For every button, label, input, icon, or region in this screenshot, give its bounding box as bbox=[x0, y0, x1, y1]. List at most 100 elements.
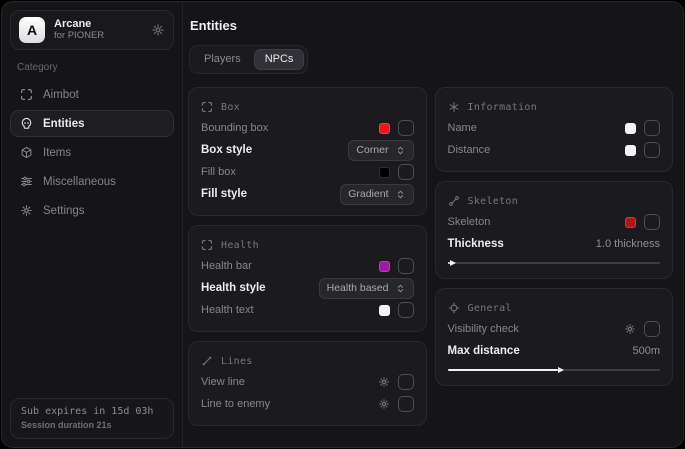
color-swatch[interactable] bbox=[625, 123, 636, 134]
sidebar-item-label: Aimbot bbox=[43, 89, 79, 101]
line-to-enemy-checkbox[interactable] bbox=[398, 396, 414, 412]
card-title: Lines bbox=[221, 356, 253, 367]
brand-card: A Arcane for PIONER bbox=[10, 10, 174, 50]
view-line-checkbox[interactable] bbox=[398, 374, 414, 390]
scan-icon bbox=[201, 239, 213, 251]
distance-row: Distance bbox=[448, 139, 661, 161]
distance-checkbox[interactable] bbox=[644, 142, 660, 158]
health-card-header: Health bbox=[201, 235, 414, 255]
brand-text: Arcane for PIONER bbox=[54, 18, 142, 42]
row-label: Thickness bbox=[448, 238, 504, 250]
health-text-checkbox[interactable] bbox=[398, 302, 414, 318]
skeleton-checkbox[interactable] bbox=[644, 214, 660, 230]
lines-card: Lines View line Line to enemy bbox=[188, 341, 427, 426]
color-swatch[interactable] bbox=[625, 145, 636, 156]
app-logo: A bbox=[19, 17, 45, 43]
gear-icon[interactable] bbox=[378, 398, 390, 410]
fill-style-dropdown[interactable]: Gradient bbox=[340, 184, 413, 205]
slider-handle[interactable] bbox=[448, 262, 450, 264]
lines-card-header: Lines bbox=[201, 351, 414, 371]
health-card: Health Health bar Health style Health ba… bbox=[188, 225, 427, 332]
thickness-slider[interactable] bbox=[448, 258, 661, 268]
row-label: Fill box bbox=[201, 166, 236, 178]
chevron-up-down-icon bbox=[395, 145, 406, 156]
category-label: Category bbox=[17, 62, 174, 73]
color-swatch[interactable] bbox=[379, 167, 390, 178]
skeleton-card: Skeleton Skeleton Thickness 1.0 thicknes… bbox=[435, 181, 674, 279]
health-bar-row: Health bar bbox=[201, 255, 414, 277]
gear-icon[interactable] bbox=[624, 323, 636, 335]
cube-icon bbox=[20, 146, 33, 159]
health-bar-checkbox[interactable] bbox=[398, 258, 414, 274]
name-checkbox[interactable] bbox=[644, 120, 660, 136]
row-label: Fill style bbox=[201, 188, 247, 200]
row-label: Skeleton bbox=[448, 216, 491, 228]
row-label: Max distance bbox=[448, 345, 520, 357]
box-style-row: Box style Corner bbox=[201, 139, 414, 161]
row-label: Name bbox=[448, 122, 477, 134]
fill-box-checkbox[interactable] bbox=[398, 164, 414, 180]
asterisk-icon bbox=[448, 101, 460, 113]
main-panel: Entities Players NPCs Box Bounding box bbox=[183, 2, 683, 447]
chevron-up-down-icon bbox=[395, 189, 406, 200]
max-distance-slider[interactable] bbox=[448, 365, 661, 375]
gear-icon[interactable] bbox=[151, 23, 165, 37]
gear-icon[interactable] bbox=[378, 376, 390, 388]
row-label: Distance bbox=[448, 144, 491, 156]
name-row: Name bbox=[448, 117, 661, 139]
gear-icon bbox=[20, 204, 33, 217]
right-column: Information Name Distance bbox=[435, 87, 674, 386]
row-label: Health text bbox=[201, 304, 254, 316]
slider-track[interactable] bbox=[448, 262, 661, 264]
thickness-row: Thickness 1.0 thickness bbox=[448, 233, 661, 255]
row-label: Health style bbox=[201, 282, 266, 294]
card-title: Health bbox=[221, 240, 259, 251]
card-title: Information bbox=[468, 102, 538, 113]
dropdown-value: Gradient bbox=[348, 188, 388, 200]
general-card: General Visibility check Max distance 50… bbox=[435, 288, 674, 386]
crosshair-icon bbox=[20, 88, 33, 101]
information-card: Information Name Distance bbox=[435, 87, 674, 172]
dropdown-value: Corner bbox=[356, 144, 388, 156]
color-swatch[interactable] bbox=[379, 123, 390, 134]
sidebar-item-settings[interactable]: Settings bbox=[10, 197, 174, 224]
card-title: Skeleton bbox=[468, 196, 519, 207]
sidebar-item-entities[interactable]: Entities bbox=[10, 110, 174, 137]
app-window: A Arcane for PIONER Category Aimbot Enti… bbox=[1, 1, 684, 448]
subscription-card: Sub expires in 15d 03h Session duration … bbox=[10, 398, 174, 439]
sidebar-item-label: Miscellaneous bbox=[43, 176, 116, 188]
sidebar-item-items[interactable]: Items bbox=[10, 139, 174, 166]
sidebar: A Arcane for PIONER Category Aimbot Enti… bbox=[2, 2, 183, 447]
sidebar-item-label: Settings bbox=[43, 205, 85, 217]
entity-type-tabs: Players NPCs bbox=[189, 45, 308, 74]
left-column: Box Bounding box Box style Corner bbox=[188, 87, 427, 426]
card-title: General bbox=[468, 303, 512, 314]
line-to-enemy-row: Line to enemy bbox=[201, 393, 414, 415]
color-swatch[interactable] bbox=[625, 217, 636, 228]
logo-letter: A bbox=[27, 22, 37, 38]
sidebar-item-aimbot[interactable]: Aimbot bbox=[10, 81, 174, 108]
chevron-up-down-icon bbox=[395, 283, 406, 294]
fill-style-row: Fill style Gradient bbox=[201, 183, 414, 205]
view-line-row: View line bbox=[201, 371, 414, 393]
sidebar-item-miscellaneous[interactable]: Miscellaneous bbox=[10, 168, 174, 195]
tab-npcs[interactable]: NPCs bbox=[254, 49, 305, 70]
color-swatch[interactable] bbox=[379, 261, 390, 272]
slider-handle[interactable] bbox=[448, 369, 559, 371]
health-text-row: Health text bbox=[201, 299, 414, 321]
skeleton-row: Skeleton bbox=[448, 211, 661, 233]
color-swatch[interactable] bbox=[379, 305, 390, 316]
skull-icon bbox=[20, 117, 33, 130]
sub-expiry-text: Sub expires in 15d 03h bbox=[21, 406, 163, 417]
health-style-row: Health style Health based bbox=[201, 277, 414, 299]
bounding-box-checkbox[interactable] bbox=[398, 120, 414, 136]
health-style-dropdown[interactable]: Health based bbox=[319, 278, 414, 299]
tab-players[interactable]: Players bbox=[193, 49, 252, 70]
app-name: Arcane bbox=[54, 18, 142, 31]
box-style-dropdown[interactable]: Corner bbox=[348, 140, 413, 161]
row-label: View line bbox=[201, 376, 245, 388]
sidebar-item-label: Entities bbox=[43, 118, 85, 130]
visibility-check-checkbox[interactable] bbox=[644, 321, 660, 337]
bounding-box-row: Bounding box bbox=[201, 117, 414, 139]
information-card-header: Information bbox=[448, 97, 661, 117]
